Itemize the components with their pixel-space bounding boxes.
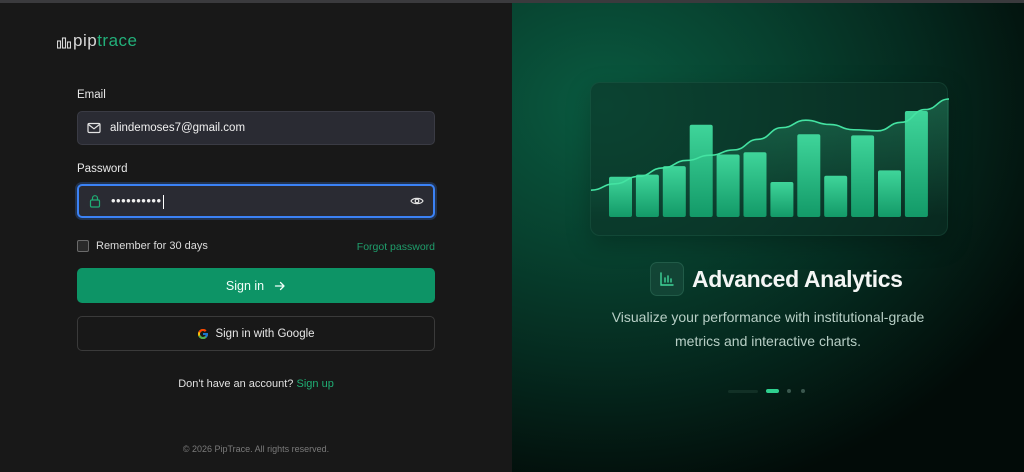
carousel-dot[interactable] (787, 389, 791, 393)
remember-checkbox[interactable] (77, 240, 89, 252)
forgot-password-link[interactable]: Forgot password (357, 241, 435, 253)
chart-bar (743, 152, 767, 217)
remember-label: Remember for 30 days (96, 240, 208, 252)
feature-panel: Advanced Analytics Visualize your perfor… (512, 3, 1024, 472)
password-value: •••••••••• (111, 193, 164, 209)
chart-bar (824, 175, 848, 217)
feature-description-line-2: metrics and interactive charts. (675, 333, 861, 349)
logo: piptrace (57, 32, 137, 49)
logo-text-trace: trace (97, 31, 138, 50)
chart-bar (878, 170, 901, 217)
analytics-chart-card (590, 82, 950, 236)
sign-in-label: Sign in (225, 278, 265, 293)
no-account-text: Don't have an account? (178, 378, 294, 390)
feature-title-row: Advanced Analytics (650, 262, 903, 296)
feature-description: Visualize your performance with institut… (572, 305, 964, 353)
google-sign-in-button[interactable]: Sign in with Google (77, 316, 435, 351)
bar-chart-icon (650, 262, 684, 296)
carousel-dots (728, 389, 815, 393)
forgot-row: Forgot password (77, 3, 435, 253)
chart-bar (851, 135, 875, 217)
chart-bar (635, 174, 659, 217)
carousel-dot[interactable] (801, 389, 805, 393)
text-caret (162, 194, 164, 209)
carousel-dot-active[interactable] (766, 389, 779, 393)
chart-bar (770, 182, 794, 217)
chart-bar (716, 154, 740, 217)
chart-bar (662, 166, 686, 217)
remember-me[interactable]: Remember for 30 days (77, 240, 208, 252)
feature-description-line-1: Visualize your performance with institut… (611, 309, 925, 325)
chart-bar (797, 134, 821, 217)
analytics-chart (590, 98, 950, 217)
password-field[interactable]: •••••••••• (77, 184, 435, 218)
carousel-dot[interactable] (728, 389, 758, 393)
logo-bars-icon (57, 36, 71, 49)
lock-icon (89, 195, 101, 208)
copyright: © 2026 PipTrace. All rights reserved. (182, 444, 330, 454)
chart-bar (689, 124, 713, 217)
password-label: Password (77, 163, 128, 175)
google-icon (198, 328, 209, 339)
password-dots: •••••••••• (111, 193, 162, 209)
google-sign-in-label: Sign in with Google (215, 327, 315, 340)
feature-title: Advanced Analytics (692, 265, 903, 292)
mail-icon (87, 122, 101, 134)
sign-in-button[interactable]: Sign in (77, 268, 435, 303)
eye-icon[interactable] (410, 194, 424, 208)
email-value: alindemoses7@gmail.com (110, 122, 246, 134)
chart-bar (904, 111, 928, 217)
arrow-right-icon (274, 281, 285, 290)
logo-text: piptrace (73, 32, 137, 49)
email-field[interactable]: alindemoses7@gmail.com (77, 111, 435, 145)
login-panel: piptrace Email alindemoses7@gmail.com Pa… (0, 3, 512, 472)
no-account-row: Don't have an account? Sign up (77, 378, 435, 390)
sign-up-link[interactable]: Sign up (297, 378, 334, 390)
email-label: Email (77, 89, 106, 101)
logo-text-pip: pip (73, 31, 98, 50)
